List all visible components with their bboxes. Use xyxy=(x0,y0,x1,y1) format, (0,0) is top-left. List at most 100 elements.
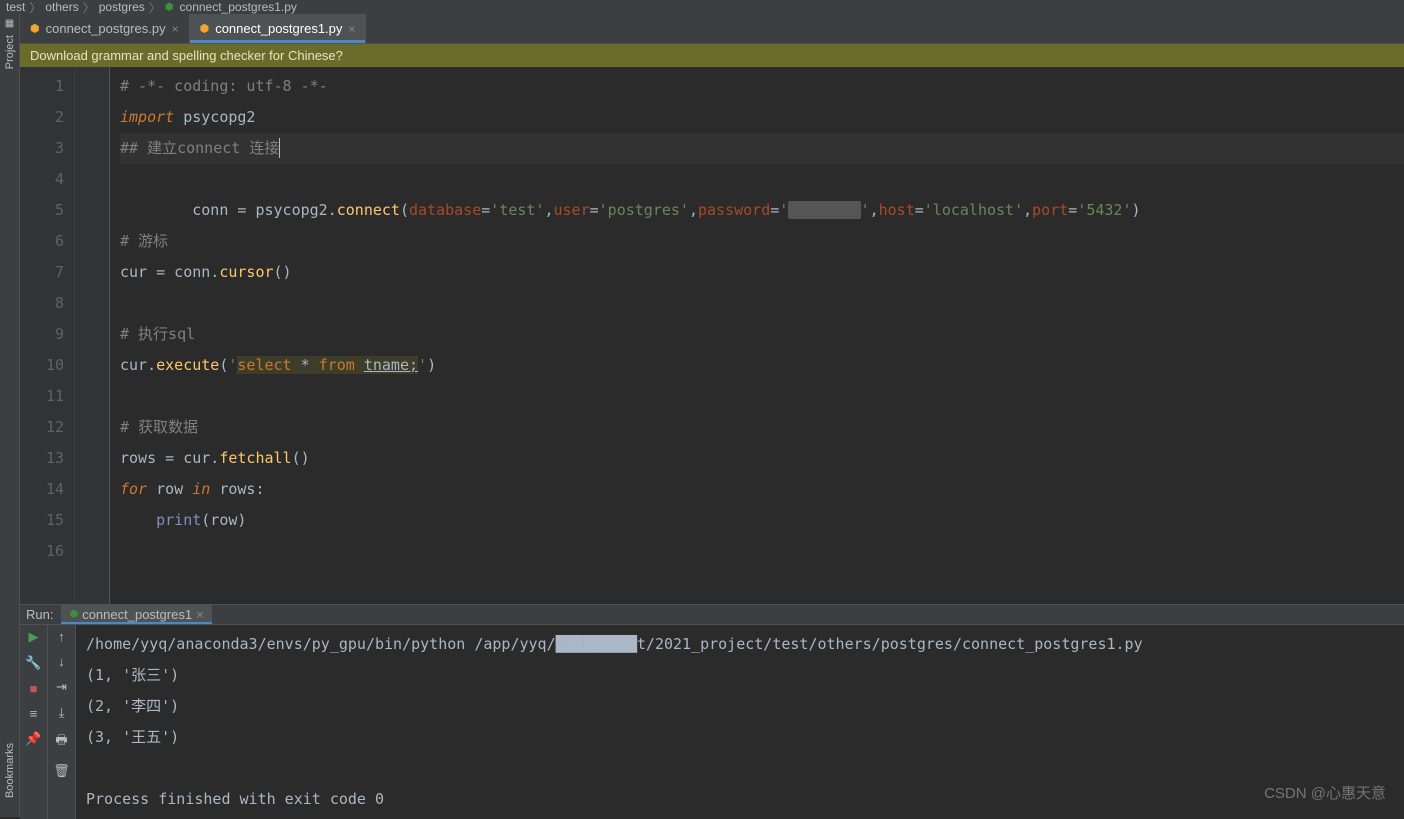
code-text: , xyxy=(689,201,698,219)
tab-label: connect_postgres1.py xyxy=(215,21,342,36)
breadcrumb-item[interactable]: others xyxy=(45,0,78,14)
console-line: /home/yyq/anaconda3/envs/py_gpu/bin/pyth… xyxy=(86,629,1394,660)
editor: ⬢ connect_postgres.py × ⬢ connect_postgr… xyxy=(20,14,1404,604)
notification-banner[interactable]: Download grammar and spelling checker fo… xyxy=(20,44,1404,67)
code-text: in xyxy=(192,480,210,498)
code-text: ## 建立connect 连接 xyxy=(120,139,279,157)
code-text: from xyxy=(319,356,355,374)
stop-button[interactable]: ■ xyxy=(30,681,38,696)
run-toolbar-secondary: ↑ ↓ ⇥ ⤓ 🖶 🗑 xyxy=(48,625,76,819)
bookmarks-tool-tab[interactable]: Bookmarks xyxy=(2,737,18,804)
code-text: # 获取数据 xyxy=(120,418,198,436)
code-text: rows xyxy=(210,480,255,498)
code-text: cur. xyxy=(120,356,156,374)
code-text: fetchall xyxy=(219,449,291,467)
trash-icon[interactable]: 🗑 xyxy=(53,763,70,779)
code-text: 'postgres' xyxy=(599,201,689,219)
run-toolbar-primary: ▶ 🔧 ■ ≡ 📌 xyxy=(20,625,48,819)
code-lines[interactable]: # -*- coding: utf-8 -*- import psycopg2 … xyxy=(110,67,1404,604)
code-text: , xyxy=(870,201,879,219)
code-text: conn xyxy=(192,201,237,219)
code-text: ( xyxy=(400,201,409,219)
run-tab[interactable]: ⬢ connect_postgres1 × xyxy=(61,605,211,624)
code-text: = xyxy=(590,201,599,219)
console-line: (3, '王五') xyxy=(86,722,1394,753)
code-text: rows xyxy=(120,449,165,467)
code-text: 'test' xyxy=(490,201,544,219)
print-icon[interactable]: 🖶 xyxy=(55,731,67,753)
soft-wrap-icon[interactable]: ⇥ xyxy=(56,679,67,695)
code-text: = xyxy=(156,263,165,281)
console-line: (2, '李四') xyxy=(86,691,1394,722)
tab-label: connect_postgres.py xyxy=(46,21,166,36)
editor-tabs: ⬢ connect_postgres.py × ⬢ connect_postgr… xyxy=(20,14,1404,44)
left-toolbar: ▦ Project Bookmarks xyxy=(0,14,20,817)
code-text: psycopg2 xyxy=(174,108,255,126)
breadcrumb-item[interactable]: postgres xyxy=(99,0,145,14)
code-text: ' xyxy=(418,356,427,374)
layout-icon[interactable]: ≡ xyxy=(30,706,38,721)
code-text: ' xyxy=(861,201,870,219)
project-tool-tab[interactable]: Project xyxy=(2,29,18,75)
editor-tab-active[interactable]: ⬢ connect_postgres1.py × xyxy=(190,14,367,43)
code-text: # -*- coding: utf-8 -*- xyxy=(120,77,328,95)
code-text: cur xyxy=(120,263,156,281)
code-text: database xyxy=(409,201,481,219)
code-text: cur. xyxy=(174,449,219,467)
code-text: 'localhost' xyxy=(924,201,1023,219)
code-text: print xyxy=(156,511,201,529)
gutter-line-numbers: 12345678 910111213141516 xyxy=(20,67,75,604)
code-editor[interactable]: 12345678 910111213141516 # -*- coding: u… xyxy=(20,67,1404,604)
code-text: () xyxy=(292,449,310,467)
caret xyxy=(279,138,280,158)
code-text: : xyxy=(255,480,264,498)
code-text: host xyxy=(879,201,915,219)
close-icon[interactable]: × xyxy=(172,22,179,36)
run-label: Run: xyxy=(26,607,53,622)
project-icon[interactable]: ▦ xyxy=(5,18,14,29)
run-header: Run: ⬢ connect_postgres1 × xyxy=(20,605,1404,625)
code-text: import xyxy=(120,108,174,126)
code-text: select xyxy=(237,356,291,374)
code-text: # 游标 xyxy=(120,232,168,250)
code-text: cursor xyxy=(219,263,273,281)
code-text: # 执行sql xyxy=(120,325,195,343)
code-text: , xyxy=(544,201,553,219)
console-line: Process finished with exit code 0 xyxy=(86,784,1394,815)
code-text: = xyxy=(481,201,490,219)
close-icon[interactable]: × xyxy=(348,22,355,36)
code-text: ) xyxy=(427,356,436,374)
code-text: for xyxy=(120,480,147,498)
python-file-icon: ⬢ xyxy=(30,22,40,35)
code-text: , xyxy=(1023,201,1032,219)
code-text xyxy=(120,511,156,529)
debug-tool-icon[interactable]: 🔧 xyxy=(25,655,41,671)
editor-tab[interactable]: ⬢ connect_postgres.py × xyxy=(20,14,190,43)
run-console[interactable]: /home/yyq/anaconda3/envs/py_gpu/bin/pyth… xyxy=(76,625,1404,819)
code-text: ' xyxy=(779,201,788,219)
code-text: = xyxy=(915,201,924,219)
code-text xyxy=(355,356,364,374)
run-button[interactable]: ▶ xyxy=(29,629,39,645)
up-icon[interactable]: ↑ xyxy=(58,629,65,644)
scroll-to-end-icon[interactable]: ⤓ xyxy=(59,705,65,721)
code-text: * xyxy=(292,356,319,374)
run-tool-window: Run: ⬢ connect_postgres1 × ▶ 🔧 ■ ≡ 📌 ↑ ↓… xyxy=(20,604,1404,817)
breadcrumb-item[interactable]: connect_postgres1.py xyxy=(180,0,297,14)
code-text: '5432' xyxy=(1077,201,1131,219)
gutter-marks xyxy=(75,67,110,604)
down-icon[interactable]: ↓ xyxy=(58,654,65,669)
code-text: connect xyxy=(337,201,400,219)
code-text: port xyxy=(1032,201,1068,219)
close-icon[interactable]: × xyxy=(196,607,204,622)
pin-icon[interactable]: 📌 xyxy=(25,731,41,747)
python-file-icon: ⬢ xyxy=(165,2,174,13)
code-text: ) xyxy=(1132,201,1141,219)
code-text: = xyxy=(165,449,174,467)
redacted-text xyxy=(788,201,860,219)
breadcrumb-item[interactable]: test xyxy=(6,0,25,14)
python-file-icon: ⬢ xyxy=(69,609,78,620)
code-text: = xyxy=(1068,201,1077,219)
code-text: () xyxy=(274,263,292,281)
code-text: tname; xyxy=(364,356,418,374)
